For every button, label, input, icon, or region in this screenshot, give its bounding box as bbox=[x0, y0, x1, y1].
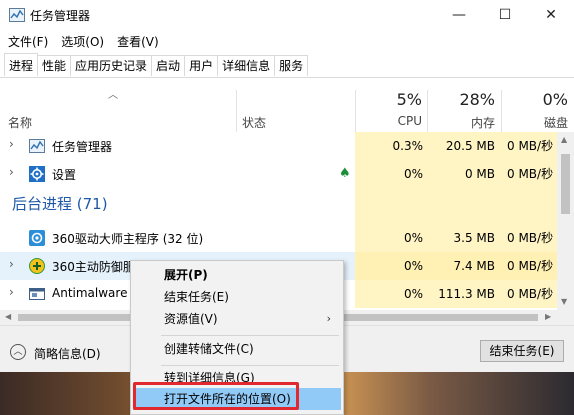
menu-options[interactable]: 选项(O) bbox=[53, 31, 109, 51]
column-status[interactable]: 状态 bbox=[242, 114, 266, 131]
column-disk[interactable]: 0% 磁盘 bbox=[504, 90, 568, 131]
menu-item-expand[interactable]: 展开(P) bbox=[133, 264, 341, 286]
fewer-details-icon[interactable]: ︿ bbox=[10, 344, 26, 360]
sort-caret-icon: ︿ bbox=[108, 90, 118, 101]
cpu-total: 5% bbox=[396, 90, 422, 109]
leaf-icon: ♠ bbox=[339, 166, 351, 181]
menu-separator bbox=[161, 335, 339, 336]
task-manager-icon bbox=[9, 8, 25, 22]
window-title: 任务管理器 bbox=[30, 9, 91, 23]
table-row[interactable]: › 任务管理器 0.3% 20.5 MB 0 MB/秒 bbox=[0, 132, 574, 160]
memory-value: 0 MB bbox=[427, 160, 501, 188]
memory-label: 内存 bbox=[470, 116, 495, 130]
vertical-scroll-thumb[interactable] bbox=[561, 154, 570, 214]
menu-file[interactable]: 文件(F) bbox=[0, 31, 53, 51]
expand-chevron-icon[interactable]: › bbox=[9, 257, 14, 271]
menu-item-label: 结束任务(E) bbox=[164, 290, 229, 304]
column-divider[interactable] bbox=[501, 90, 502, 132]
disk-value: 0 MB/秒 bbox=[501, 280, 557, 308]
tab-users[interactable]: 用户 bbox=[184, 55, 219, 76]
disk-value: 0 MB/秒 bbox=[501, 160, 557, 188]
minimize-button[interactable]: — bbox=[436, 0, 482, 30]
disk-cell-empty bbox=[501, 188, 557, 224]
menu-separator bbox=[161, 365, 339, 366]
column-name[interactable]: 名称 bbox=[8, 114, 32, 131]
cpu-label: CPU bbox=[397, 114, 422, 128]
memory-value: 7.4 MB bbox=[427, 252, 501, 280]
disk-value: 0 MB/秒 bbox=[501, 224, 557, 252]
background-processes-title: 后台进程 (71) bbox=[12, 195, 108, 213]
close-button[interactable]: ✕ bbox=[528, 0, 574, 30]
tab-details[interactable]: 详细信息 bbox=[217, 55, 276, 76]
menu-item-label: 创建转储文件(C) bbox=[164, 342, 254, 356]
menu-item-create-dump[interactable]: 创建转储文件(C) bbox=[133, 338, 341, 360]
column-header: ︿ 名称 状态 5% CPU 28% 内存 0% 磁盘 bbox=[0, 78, 574, 132]
driver-master-icon bbox=[29, 230, 45, 246]
fewer-details-link[interactable]: 简略信息(D) bbox=[34, 345, 101, 362]
memory-value: 111.3 MB bbox=[427, 280, 501, 308]
disk-label: 磁盘 bbox=[543, 116, 568, 130]
cpu-value: 0% bbox=[355, 160, 427, 188]
memory-cell-empty bbox=[427, 188, 501, 224]
menu-item-label: 展开(P) bbox=[164, 268, 208, 282]
memory-total: 28% bbox=[459, 90, 495, 109]
menu-bar: 文件(F) 选项(O) 查看(V) bbox=[0, 31, 574, 51]
cpu-value: 0% bbox=[355, 224, 427, 252]
scroll-right-icon[interactable]: ▶ bbox=[545, 312, 551, 321]
maximize-button[interactable]: ☐ bbox=[482, 0, 528, 30]
disk-total: 0% bbox=[542, 90, 568, 109]
settings-gear-icon bbox=[29, 166, 45, 182]
memory-value: 3.5 MB bbox=[427, 224, 501, 252]
tab-services[interactable]: 服务 bbox=[274, 55, 309, 76]
group-header-row: 后台进程 (71) bbox=[0, 188, 574, 224]
menu-item-label: 资源值(V) bbox=[164, 312, 218, 326]
cpu-value: 0.3% bbox=[355, 132, 427, 160]
end-task-button[interactable]: 结束任务(E) bbox=[480, 340, 564, 362]
tab-app-history[interactable]: 应用历史记录 bbox=[70, 55, 153, 76]
process-name: 任务管理器 bbox=[52, 140, 113, 154]
scroll-left-icon[interactable]: ◀ bbox=[5, 312, 11, 321]
disk-value: 0 MB/秒 bbox=[501, 252, 557, 280]
tab-startup[interactable]: 启动 bbox=[151, 55, 186, 76]
tab-performance[interactable]: 性能 bbox=[37, 55, 72, 76]
annotation-highlight-box bbox=[133, 382, 299, 410]
expand-chevron-icon[interactable]: › bbox=[9, 137, 14, 151]
column-divider[interactable] bbox=[355, 90, 356, 132]
task-manager-icon bbox=[29, 139, 45, 153]
process-name: Antimalware bbox=[52, 286, 128, 300]
vertical-scrollbar[interactable]: ▲ ▼ bbox=[557, 132, 574, 310]
scroll-up-icon[interactable]: ▲ bbox=[561, 135, 567, 144]
submenu-arrow-icon: › bbox=[326, 312, 331, 325]
cpu-cell-empty bbox=[355, 188, 427, 224]
tab-strip: 进程 性能 应用历史记录 启动 用户 详细信息 服务 bbox=[4, 53, 309, 77]
cpu-value: 0% bbox=[355, 252, 427, 280]
menu-item-resource-values[interactable]: 资源值(V) › bbox=[133, 308, 341, 330]
disk-value: 0 MB/秒 bbox=[501, 132, 557, 160]
title-bar[interactable]: 任务管理器 — ☐ ✕ bbox=[0, 0, 574, 30]
expand-chevron-icon[interactable]: › bbox=[9, 165, 14, 179]
menu-view[interactable]: 查看(V) bbox=[109, 31, 164, 51]
antimalware-icon bbox=[29, 288, 45, 300]
memory-value: 20.5 MB bbox=[427, 132, 501, 160]
table-row[interactable]: › 设置 ♠ 0% 0 MB 0 MB/秒 bbox=[0, 160, 574, 188]
menu-item-end-task[interactable]: 结束任务(E) bbox=[133, 286, 341, 308]
column-divider[interactable] bbox=[236, 90, 237, 132]
process-name: 360驱动大师主程序 (32 位) bbox=[52, 232, 204, 246]
360-defense-icon bbox=[29, 258, 45, 274]
expand-chevron-icon[interactable]: › bbox=[9, 285, 14, 299]
column-cpu[interactable]: 5% CPU bbox=[360, 90, 422, 128]
cpu-value: 0% bbox=[355, 280, 427, 308]
process-name: 设置 bbox=[52, 168, 77, 182]
process-name: 360主动防御服 bbox=[52, 260, 135, 274]
column-divider[interactable] bbox=[427, 90, 428, 132]
table-row[interactable]: 360驱动大师主程序 (32 位) 0% 3.5 MB 0 MB/秒 bbox=[0, 224, 574, 252]
screen-root: 任务管理器 — ☐ ✕ 文件(F) 选项(O) 查看(V) 进程 性能 应用历史… bbox=[0, 0, 574, 415]
column-memory[interactable]: 28% 内存 bbox=[430, 90, 495, 131]
tab-processes[interactable]: 进程 bbox=[4, 53, 39, 76]
scroll-down-icon[interactable]: ▼ bbox=[561, 297, 567, 306]
